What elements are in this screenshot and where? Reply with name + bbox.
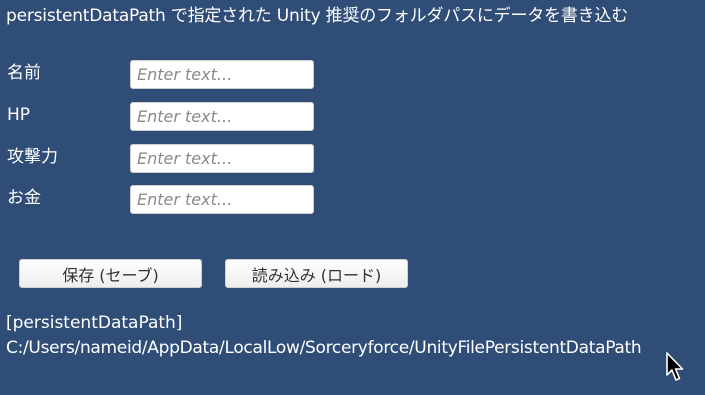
page-title: persistentDataPath で指定された Unity 推奨のフォルダパ…	[6, 6, 629, 26]
hp-label: HP	[7, 105, 31, 125]
money-input[interactable]	[130, 185, 314, 214]
load-button[interactable]: 読み込み (ロード)	[225, 259, 408, 288]
hp-input[interactable]	[130, 102, 314, 131]
mouse-pointer-icon	[666, 352, 684, 381]
attack-label: 攻撃力	[7, 147, 58, 167]
money-label: お金	[7, 188, 41, 208]
persistent-data-path-value: C:/Users/nameid/AppData/LocalLow/Sorcery…	[6, 338, 642, 358]
name-input[interactable]	[130, 60, 314, 89]
attack-input[interactable]	[130, 144, 314, 173]
save-button[interactable]: 保存 (セーブ)	[19, 259, 202, 288]
name-label: 名前	[7, 63, 41, 83]
persistent-data-path-heading: [persistentDataPath]	[6, 313, 183, 333]
